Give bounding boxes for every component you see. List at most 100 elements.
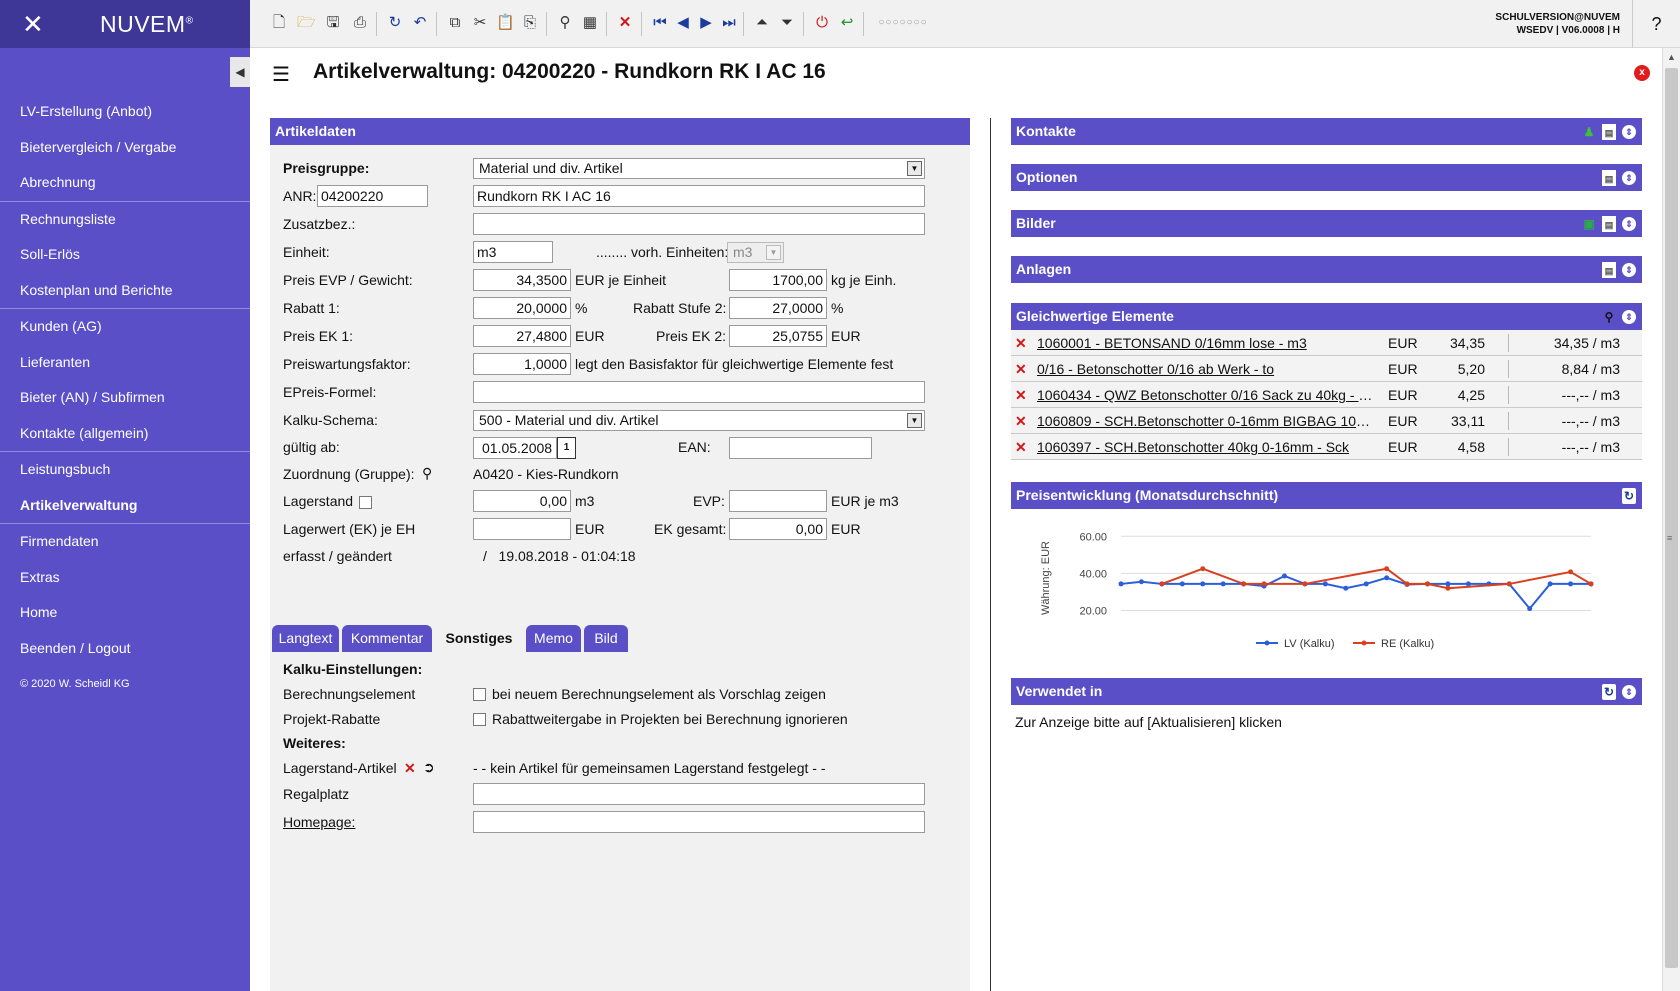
first-record-icon[interactable]: ⏮ [651,13,669,33]
new-document-icon[interactable]: 🗋 [270,13,288,33]
expand-collapse-icon[interactable]: ⇕ [1622,216,1636,231]
sidebar-item-leistungsbuch[interactable]: Leistungsbuch [0,452,250,488]
evp-input[interactable] [729,490,827,512]
hamburger-menu-icon[interactable]: ☰ [272,62,290,87]
preis-evp-input[interactable]: 34,3500 [473,269,571,291]
scrollbar-thumb[interactable] [1665,68,1678,968]
element-link[interactable]: 1060434 - QWZ Betonschotter 0/16 Sack zu… [1037,382,1377,408]
image-icon[interactable]: ▣ [1582,216,1596,232]
goto-arrow-icon[interactable]: ➲ [423,759,435,776]
lagerstand-input[interactable]: 0,00 [473,490,571,512]
rabatt1-input[interactable]: 20,0000 [473,297,571,319]
expand-collapse-icon[interactable]: ⇕ [1622,309,1636,324]
new-document-icon[interactable]: ▤ [1602,123,1616,140]
ek1-input[interactable]: 27,4800 [473,325,571,347]
refresh-icon[interactable]: ↻ [1602,683,1616,700]
homepage-input[interactable] [473,811,925,833]
tab-bild[interactable]: Bild [584,625,628,652]
verwendet-header[interactable]: Verwendet in ↻ ⇕ [1011,678,1642,705]
optionen-header[interactable]: Optionen ▤ ⇕ [1011,164,1642,191]
last-record-icon[interactable]: ⏭ [720,13,738,33]
scroll-up-arrow-icon[interactable]: ▲ [1663,48,1680,66]
chevron-down-icon[interactable]: ▼ [907,161,922,176]
preisentwicklung-header[interactable]: Preisentwicklung (Monatsdurchschnitt) ↻ [1011,482,1642,509]
berechnungselement-checkbox[interactable] [473,688,486,701]
new-document-icon[interactable]: ▤ [1602,169,1616,186]
refresh-icon[interactable]: ↻ [1622,487,1636,504]
sidebar-item-home[interactable]: Home [0,595,250,631]
homepage-link[interactable]: Homepage: [283,814,355,830]
gewicht-input[interactable]: 1700,00 [729,269,827,291]
tab-kommentar[interactable]: Kommentar [342,625,432,652]
binoculars-icon[interactable]: ⚲ [422,465,432,482]
kalku-schema-select[interactable]: 500 - Material und div. Artikel ▼ [473,410,925,431]
sidebar-item-kostenplan[interactable]: Kostenplan und Berichte [0,273,250,309]
calendar-icon[interactable]: 1 [557,437,576,459]
einheit-input[interactable]: m3 [473,241,553,263]
tab-sonstiges[interactable]: Sonstiges [435,625,523,652]
remove-icon[interactable]: ✕ [1015,382,1027,408]
remove-icon[interactable]: ✕ [1015,356,1027,382]
element-link[interactable]: 0/16 - Betonschotter 0/16 ab Werk - to [1037,356,1377,382]
anlagen-header[interactable]: Anlagen ▤ ⇕ [1011,256,1642,283]
sidebar-item-rechnungsliste[interactable]: Rechnungsliste [0,202,250,238]
bezeichnung-input[interactable]: Rundkorn RK I AC 16 [473,185,925,207]
back-arrow-icon[interactable]: ↩ [838,13,856,33]
new-document-icon[interactable]: ▤ [1602,261,1616,278]
sidebar-item-lv-erstellung[interactable]: LV-Erstellung (Anbot) [0,94,250,130]
more-dots-icon[interactable]: ○○○○○○○ [873,13,933,33]
anr-input[interactable]: 04200220 [317,185,428,207]
expand-collapse-icon[interactable]: ⇕ [1622,684,1636,699]
ek2-input[interactable]: 25,0755 [729,325,827,347]
sidebar-item-firmendaten[interactable]: Firmendaten [0,524,250,560]
power-icon[interactable]: ⏻ [813,13,831,33]
sidebar-item-abrechnung[interactable]: Abrechnung [0,165,250,201]
contacts-icon[interactable]: ♟ [1582,124,1596,140]
expand-collapse-icon[interactable]: ⇕ [1622,170,1636,185]
element-link[interactable]: 1060397 - SCH.Betonschotter 40kg 0-16mm … [1037,434,1377,460]
sidebar-item-soll-erloes[interactable]: Soll-Erlös [0,237,250,273]
ek-gesamt-input[interactable]: 0,00 [729,518,827,540]
collapse-sidebar-button[interactable]: ◀ [230,57,250,87]
bilder-header[interactable]: Bilder ▣ ▤ ⇕ [1011,210,1642,237]
gueltig-ab-input[interactable]: 01.05.2008 [473,437,557,459]
sidebar-item-bieter[interactable]: Bieter (AN) / Subfirmen [0,380,250,416]
tab-memo[interactable]: Memo [526,625,581,652]
rabatt2-input[interactable]: 27,0000 [729,297,827,319]
previous-record-icon[interactable]: ◀ [674,13,692,33]
gleichwertige-header[interactable]: Gleichwertige Elemente ⚲ ⇕ [1011,303,1642,330]
sidebar-item-kunden[interactable]: Kunden (AG) [0,309,250,345]
sidebar-item-logout[interactable]: Beenden / Logout [0,631,250,667]
undo-icon[interactable]: ↶ [411,13,429,33]
vertical-scrollbar[interactable]: ▲ ≡ [1662,48,1680,991]
copy-icon[interactable]: ⧉ [446,13,464,33]
remove-icon[interactable]: ✕ [1015,408,1027,434]
refresh-icon[interactable]: ↻ [386,13,404,33]
lagerwert-input[interactable] [473,518,571,540]
next-record-icon[interactable]: ▶ [697,13,715,33]
expand-all-icon[interactable]: ⏶ [753,13,771,33]
close-page-button[interactable]: x [1634,65,1650,81]
artikeldaten-header[interactable]: Artikeldaten [270,118,970,145]
open-folder-icon[interactable]: 🗁 [297,13,316,33]
paste-special-icon[interactable]: ⎘ [521,13,539,33]
kontakte-header[interactable]: Kontakte ♟ ▤ ⇕ [1011,118,1642,145]
zusatz-input[interactable] [473,213,925,235]
new-document-icon[interactable]: ▤ [1602,215,1616,232]
properties-icon[interactable]: ▦ [581,13,599,33]
preisgruppe-select[interactable]: Material und div. Artikel ▼ [473,158,925,179]
epreis-formel-input[interactable] [473,381,925,403]
lagerstand-checkbox[interactable] [359,496,372,509]
help-button[interactable]: ? [1632,0,1680,48]
binoculars-icon[interactable]: ⚲ [1602,309,1616,325]
expand-collapse-icon[interactable]: ⇕ [1622,124,1636,139]
binoculars-icon[interactable]: ⚲ [556,13,574,33]
ean-input[interactable] [729,437,872,459]
save-icon[interactable]: 🖫 [324,13,342,33]
sidebar-item-kontakte[interactable]: Kontakte (allgemein) [0,416,250,452]
sidebar-item-extras[interactable]: Extras [0,560,250,596]
paste-icon[interactable]: 📋 [496,13,515,33]
delete-icon[interactable]: ✕ [616,13,634,33]
brand[interactable]: ✕ NUVEM® [0,0,250,48]
sidebar-item-artikelverwaltung[interactable]: Artikelverwaltung [0,488,250,524]
